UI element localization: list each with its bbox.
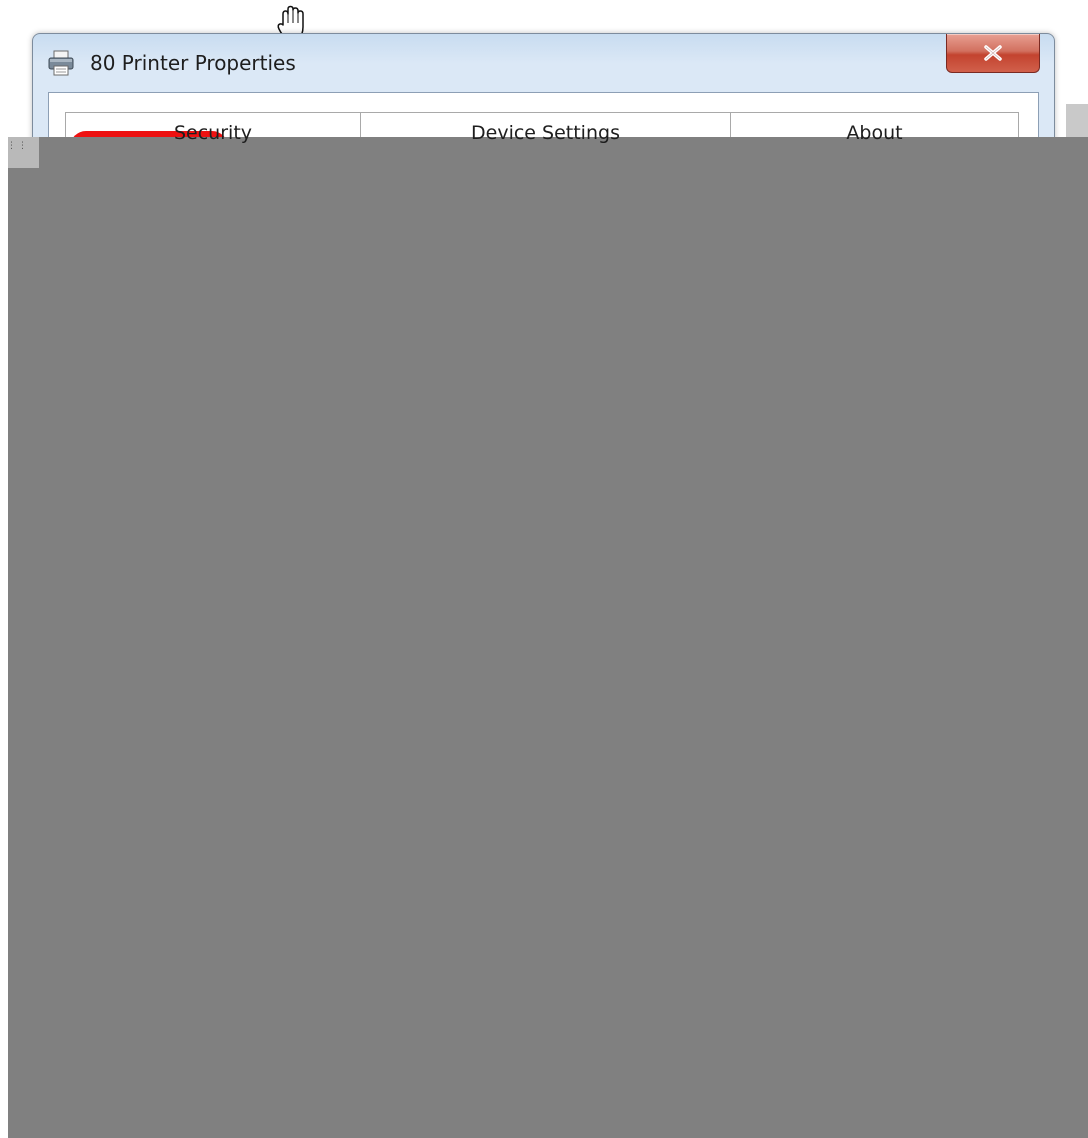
screen: 80 Printer Properties Security Device Se… bbox=[0, 0, 1088, 1138]
title-bar[interactable]: 80 Printer Properties bbox=[33, 34, 1054, 90]
redaction-overlay bbox=[8, 137, 1088, 1138]
window-title: 80 Printer Properties bbox=[90, 51, 296, 75]
resize-grip-icon: ⋮⋮ bbox=[7, 141, 29, 151]
close-icon bbox=[984, 45, 1002, 61]
close-button[interactable] bbox=[946, 34, 1040, 73]
tab-label: Security bbox=[173, 122, 253, 144]
tab-label: About bbox=[846, 122, 903, 144]
background-window-edge bbox=[1066, 104, 1088, 138]
tab-label: Device Settings bbox=[471, 122, 620, 144]
printer-icon bbox=[48, 50, 74, 76]
